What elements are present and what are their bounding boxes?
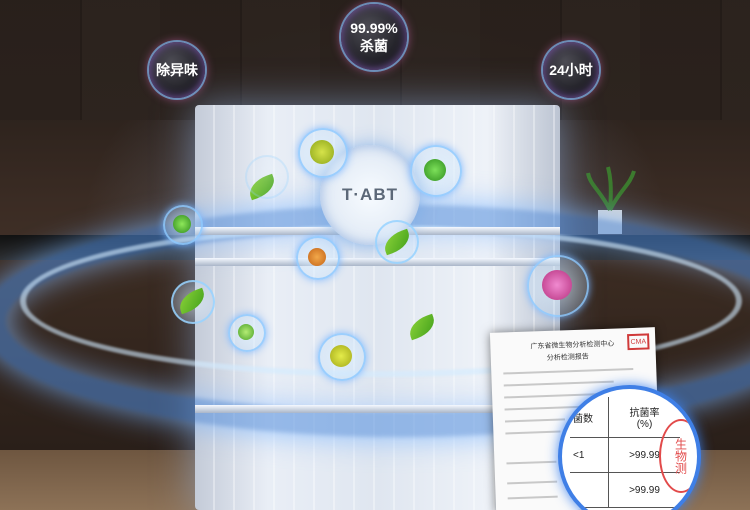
report-line [506, 460, 557, 465]
product-scene: T·ABT 除异味 99.99% 杀菌 24小时 CMA 广东省微生物分析检测中… [0, 0, 750, 510]
report-line [503, 367, 634, 375]
leaf-bubble [171, 280, 215, 324]
report-line [505, 430, 561, 435]
germ-bubble [228, 314, 266, 352]
hours-label: 24小时 [549, 62, 593, 78]
sterilize-label: 杀菌 [360, 38, 388, 54]
germ-bubble [296, 236, 340, 280]
report-line [504, 418, 566, 423]
rate-label: 抗菌率 [629, 408, 660, 419]
bacteria-icon [424, 159, 446, 181]
feature-bubble-deodorize: 除异味 [149, 42, 205, 98]
report-subheader: 分析检测报告 [546, 353, 589, 362]
germ-bubble [163, 205, 203, 245]
bacteria-icon [173, 215, 191, 233]
feature-bubble-sterilize: 99.99% 杀菌 [341, 4, 407, 70]
germ-bubble [298, 128, 348, 178]
sterilize-percent: 99.99% [350, 20, 398, 36]
virus-icon [542, 270, 572, 300]
bacteria-icon [308, 248, 326, 266]
red-stamp: 生物测 [659, 419, 697, 493]
cma-badge: CMA [627, 333, 650, 351]
leaf-icon [380, 228, 414, 256]
bacteria-icon [310, 140, 334, 164]
deodorize-label: 除异味 [156, 62, 198, 78]
tabt-label: T·ABT [342, 185, 398, 204]
germ-bubble [410, 145, 462, 197]
report-line [507, 480, 558, 485]
report-header: 广东省微生物分析检测中心 [530, 340, 615, 351]
magnifier-lens: 菌数 抗菌率 (%) <1 >99.99 >99.99 生物测 [558, 385, 701, 510]
germ-bubble [318, 333, 366, 381]
report-line [503, 380, 614, 387]
row-count: <1 [570, 438, 609, 472]
feature-bubble-24h: 24小时 [543, 42, 599, 98]
leaf-bubble [375, 220, 419, 264]
fridge-shelf-middle [195, 258, 560, 266]
leaf-icon [175, 287, 209, 315]
bacteria-icon [238, 324, 254, 340]
leaf-bubble [245, 155, 289, 199]
rate-unit: (%) [636, 419, 653, 430]
report-line [507, 495, 558, 500]
row-count [570, 473, 609, 507]
count-header: 菌数 [570, 397, 609, 437]
bacteria-icon [330, 345, 352, 367]
germ-bubble [527, 255, 589, 317]
